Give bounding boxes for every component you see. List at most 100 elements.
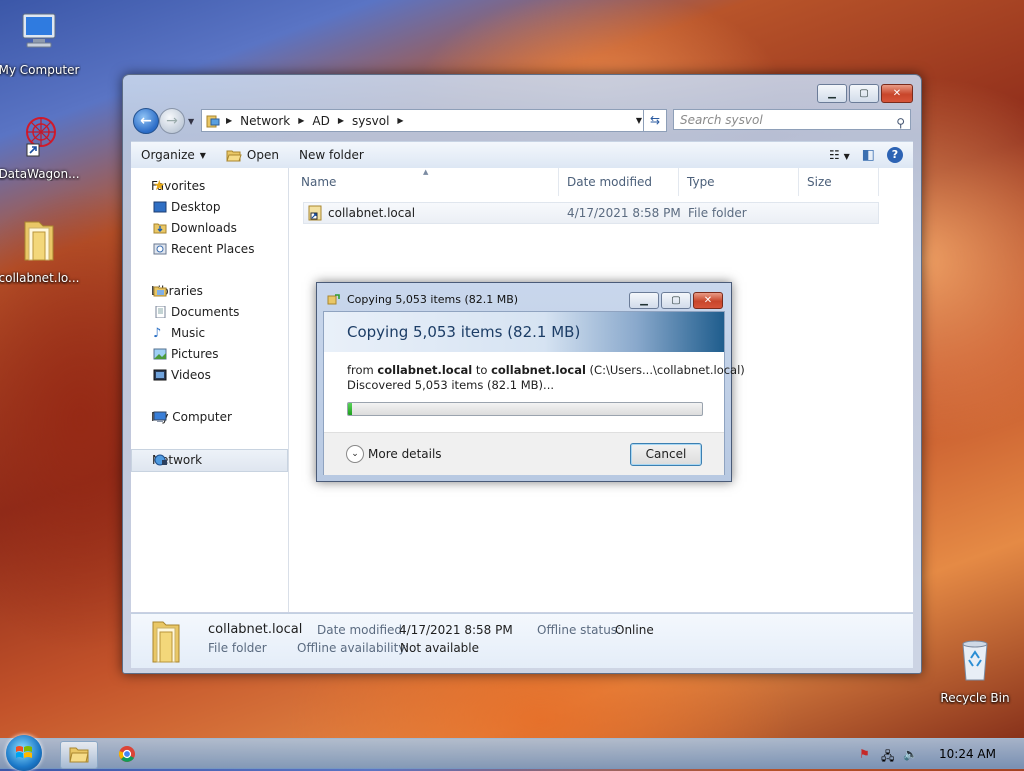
dialog-banner: Copying 5,053 items (82.1 MB) xyxy=(324,312,724,352)
nav-my-computer[interactable]: My Computer xyxy=(131,407,288,428)
details-type: File folder xyxy=(208,641,267,655)
nav-music[interactable]: ♪ Music xyxy=(131,323,288,344)
nav-network[interactable]: Network xyxy=(131,449,288,472)
close-button[interactable]: ✕ xyxy=(693,292,723,309)
nav-pictures[interactable]: Pictures xyxy=(131,344,288,365)
desktop-label: DataWagon... xyxy=(0,167,80,181)
address-dropdown-icon[interactable]: ▼ xyxy=(636,116,642,125)
nav-label: Desktop xyxy=(171,200,221,214)
open-button[interactable]: Open xyxy=(216,142,289,168)
minimize-button[interactable]: ▁ xyxy=(817,84,847,103)
more-details-toggle[interactable]: ⌄ More details xyxy=(346,445,442,463)
cancel-button[interactable]: Cancel xyxy=(630,443,702,466)
nav-label: Pictures xyxy=(171,347,219,361)
windows-logo-icon xyxy=(16,746,32,758)
desktop-icon-collabnet[interactable]: collabnet.lo... xyxy=(0,216,81,285)
desktop-label: Recycle Bin xyxy=(940,691,1010,705)
taskbar-explorer-button[interactable] xyxy=(60,741,98,769)
table-row[interactable]: collabnet.local 4/17/2021 8:58 PM File f… xyxy=(303,202,879,224)
breadcrumb-network[interactable]: Network xyxy=(240,114,290,128)
column-label: Type xyxy=(687,175,715,189)
nav-videos[interactable]: Videos xyxy=(131,365,288,386)
breadcrumb-separator[interactable]: ▶ xyxy=(298,116,304,125)
column-header-date-modified[interactable]: Date modified xyxy=(559,168,679,196)
breadcrumb-separator[interactable]: ▶ xyxy=(226,116,232,125)
search-icon[interactable]: ⚲ xyxy=(896,113,905,133)
organize-label: Organize xyxy=(141,148,195,162)
preview-pane-icon[interactable]: ◧ xyxy=(862,147,875,163)
to-word: to xyxy=(472,363,492,377)
window-caption-buttons: ▁ ▢ ✕ xyxy=(817,84,913,103)
forward-button[interactable]: → xyxy=(159,108,185,134)
help-icon[interactable]: ? xyxy=(887,147,903,163)
libraries-icon xyxy=(153,286,167,297)
documents-icon xyxy=(155,306,166,318)
start-button[interactable] xyxy=(6,735,42,771)
minimize-button[interactable]: ▁ xyxy=(629,292,659,309)
maximize-button[interactable]: ▢ xyxy=(849,84,879,103)
computer-icon xyxy=(22,13,56,48)
row-type: File folder xyxy=(688,206,747,220)
progress-fill xyxy=(348,403,352,415)
row-name: collabnet.local xyxy=(328,206,416,220)
column-header-name[interactable]: Name ▲ xyxy=(293,168,559,196)
column-header-type[interactable]: Type xyxy=(679,168,799,196)
dialog-body: Copying 5,053 items (82.1 MB) from colla… xyxy=(323,311,745,475)
destination-link[interactable]: collabnet.local xyxy=(491,363,586,377)
desktop-label: collabnet.lo... xyxy=(0,271,80,285)
desktop-icon-datawagon[interactable]: DataWagon... xyxy=(0,112,81,181)
nav-label: Videos xyxy=(171,368,211,382)
folder-icon xyxy=(69,747,89,763)
folder-icon xyxy=(24,221,54,261)
clock[interactable]: 10:24 AM xyxy=(939,747,996,761)
maximize-button[interactable]: ▢ xyxy=(661,292,691,309)
network-icon xyxy=(154,454,167,466)
volume-icon[interactable]: 🔈 xyxy=(903,747,918,761)
taskbar-chrome-button[interactable] xyxy=(108,741,144,767)
search-placeholder: Search sysvol xyxy=(680,113,763,127)
nav-recent-places[interactable]: Recent Places xyxy=(131,239,288,260)
close-button[interactable]: ✕ xyxy=(881,84,913,103)
action-center-flag-icon[interactable]: ⚑ xyxy=(859,747,873,761)
dialog-heading: Copying 5,053 items (82.1 MB) xyxy=(347,323,581,341)
nav-downloads[interactable]: Downloads xyxy=(131,218,288,239)
taskbar: ⚑ 🖧 🔈 10:24 AM xyxy=(0,735,1024,771)
folder-shortcut-icon xyxy=(308,205,322,221)
more-details-label: More details xyxy=(368,447,442,461)
nav-documents[interactable]: Documents xyxy=(131,302,288,323)
refresh-button[interactable]: ⇆ xyxy=(643,109,667,132)
dialog-caption-buttons: ▁ ▢ ✕ xyxy=(629,292,723,309)
nav-libraries[interactable]: Libraries xyxy=(131,281,288,302)
new-folder-button[interactable]: New folder xyxy=(289,142,374,168)
computer-icon xyxy=(153,411,167,422)
organize-button[interactable]: Organize ▼ xyxy=(131,142,216,168)
recent-pages-dropdown-icon[interactable]: ▼ xyxy=(188,117,194,126)
copy-progress-bar xyxy=(347,402,703,416)
breadcrumb-separator[interactable]: ▶ xyxy=(397,116,403,125)
nav-label: Documents xyxy=(171,305,240,319)
address-bar[interactable]: ▶ Network ▶ AD ▶ sysvol ▶ ▼ xyxy=(201,109,647,132)
change-view-icon[interactable]: ☷ ▼ xyxy=(829,148,850,162)
copy-icon xyxy=(327,294,340,305)
chevron-down-icon: ▼ xyxy=(199,150,206,160)
desktop-icon-recycle-bin[interactable]: Recycle Bin xyxy=(933,636,1017,705)
breadcrumb-ad[interactable]: AD xyxy=(312,114,329,128)
column-label: Name xyxy=(301,175,337,189)
breadcrumb-sysvol[interactable]: sysvol xyxy=(352,114,389,128)
search-input[interactable]: Search sysvol ⚲ xyxy=(673,109,911,130)
column-header-size[interactable]: Size xyxy=(799,168,879,196)
nav-favorites[interactable]: ★ Favorites xyxy=(131,176,288,197)
details-offline-status-label: Offline status: xyxy=(537,623,622,637)
discovered-status: Discovered 5,053 items (82.1 MB)... xyxy=(347,378,555,392)
nav-desktop[interactable]: Desktop xyxy=(131,197,288,218)
details-date-label: Date modified: xyxy=(317,623,407,637)
desktop-icon-my-computer[interactable]: My Computer xyxy=(0,8,81,77)
details-offline-status-value: Online xyxy=(615,623,654,637)
recent-places-icon xyxy=(153,243,167,255)
network-status-icon[interactable]: 🖧 xyxy=(881,747,895,763)
back-button[interactable]: ← xyxy=(133,108,159,134)
destination-path: (C:\Users...\collabnet.local) xyxy=(585,363,745,377)
source-link[interactable]: collabnet.local xyxy=(377,363,472,377)
breadcrumb-separator[interactable]: ▶ xyxy=(338,116,344,125)
dialog-title: Copying 5,053 items (82.1 MB) xyxy=(347,293,519,306)
